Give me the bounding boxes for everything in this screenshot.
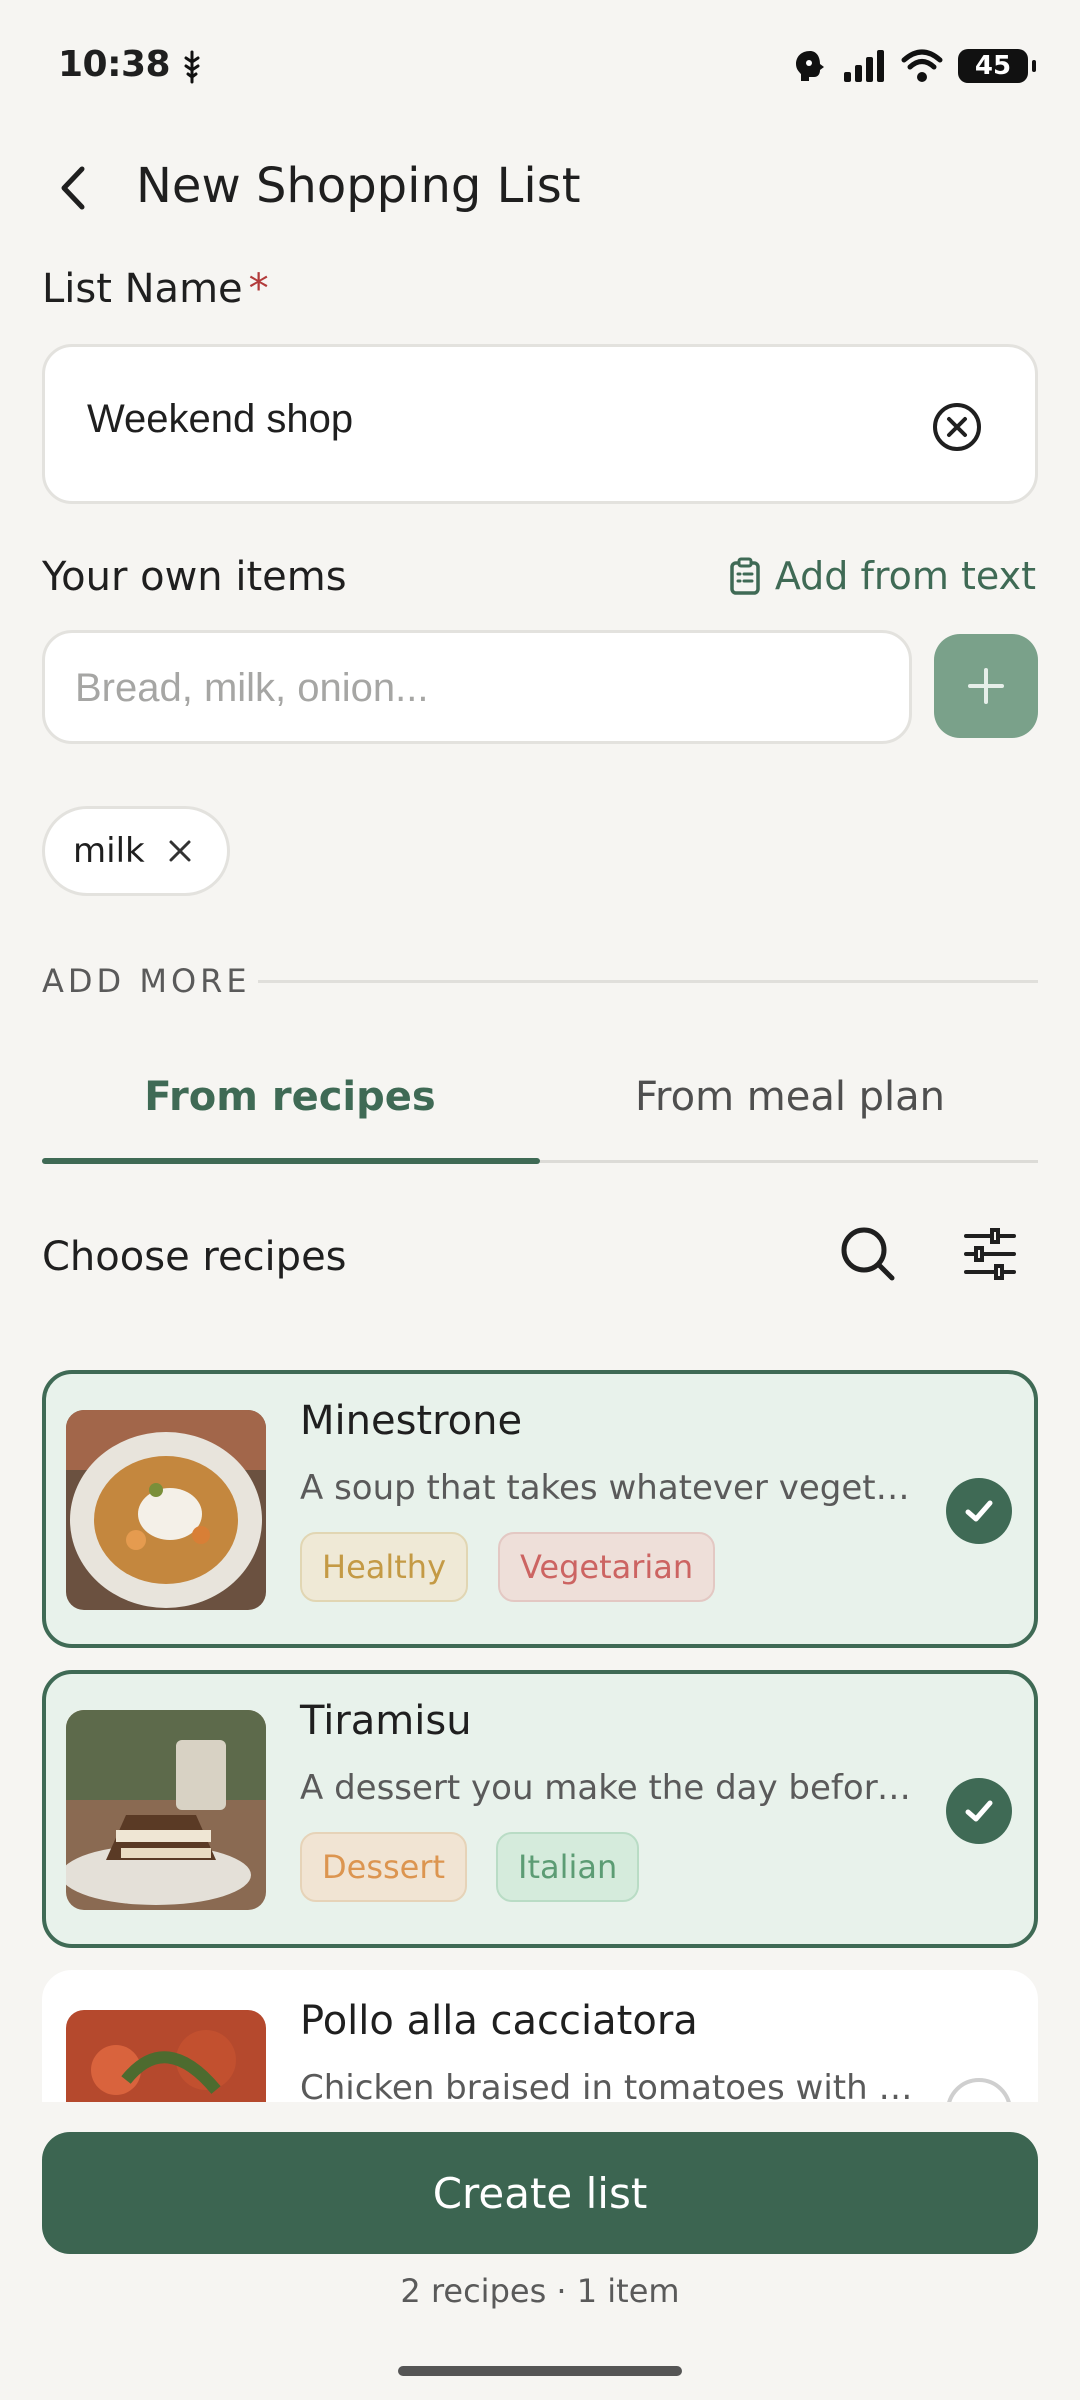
notification-icon [184, 50, 200, 84]
list-name-label: List Name * [42, 266, 269, 312]
recipe-image [66, 1710, 266, 1910]
clipboard-icon [730, 557, 760, 595]
page-title: New Shopping List [136, 158, 581, 214]
recipe-title: Minestrone [300, 1398, 523, 1444]
recipe-description: A soup that takes whatever vegeta... [300, 1468, 920, 1508]
create-list-button[interactable]: Create list [42, 2132, 1038, 2254]
check-icon [965, 1800, 993, 1822]
recipe-tag: Vegetarian [498, 1532, 716, 1602]
selection-summary: 2 recipes · 1 item [400, 2272, 680, 2310]
add-from-text-label: Add from text [774, 554, 1036, 598]
section-title: Choose recipes [42, 1234, 347, 1280]
list-name-field[interactable]: Weekend shop [42, 344, 1038, 504]
signal-icon [844, 50, 884, 82]
tab-from-recipes[interactable]: From recipes [42, 1074, 538, 1120]
back-button[interactable] [50, 160, 96, 216]
recipe-card[interactable]: Minestrone A soup that takes whatever ve… [42, 1370, 1038, 1648]
selected-checkbox[interactable] [946, 1478, 1012, 1544]
close-icon[interactable] [167, 838, 193, 864]
plus-icon [968, 668, 1004, 704]
item-input[interactable] [75, 657, 855, 719]
recipe-description: A dessert you make the day before... [300, 1768, 920, 1808]
recipe-card[interactable]: Tiramisu A dessert you make the day befo… [42, 1670, 1038, 1948]
selected-checkbox[interactable] [946, 1778, 1012, 1844]
recipe-title: Tiramisu [300, 1698, 472, 1744]
assistant-icon [796, 51, 824, 81]
item-input-field[interactable] [42, 630, 912, 744]
required-mark: * [248, 266, 269, 312]
battery-icon: 45 [958, 49, 1036, 83]
home-indicator[interactable] [398, 2366, 682, 2376]
tab-from-meal-plan[interactable]: From meal plan [542, 1074, 1038, 1120]
chevron-left-icon [61, 166, 85, 210]
recipe-tag: Dessert [300, 1832, 468, 1902]
tab-indicator [42, 1158, 540, 1164]
status-time: 10:38 [58, 44, 171, 85]
filter-icon[interactable] [958, 1222, 1022, 1286]
add-more-label: ADD MORE [42, 962, 251, 1000]
recipe-tag: Italian [496, 1832, 640, 1902]
add-from-text-button[interactable]: Add from text [729, 554, 1036, 598]
clear-icon[interactable] [931, 401, 983, 453]
list-name-label-text: List Name [42, 266, 243, 312]
recipe-tag: Healthy [300, 1532, 469, 1602]
wifi-icon [901, 49, 943, 82]
search-icon[interactable] [836, 1222, 900, 1286]
chip-label: milk [73, 831, 145, 871]
recipe-image [66, 1410, 266, 1610]
list-name-value[interactable]: Weekend shop [87, 397, 353, 442]
item-chip[interactable]: milk [42, 806, 230, 896]
status-icons: 45 [792, 46, 1036, 86]
own-items-label: Your own items [42, 554, 347, 600]
recipe-title: Pollo alla cacciatora [300, 1998, 698, 2044]
divider [258, 980, 1038, 983]
add-item-button[interactable] [934, 634, 1038, 738]
check-icon [965, 1500, 993, 1522]
